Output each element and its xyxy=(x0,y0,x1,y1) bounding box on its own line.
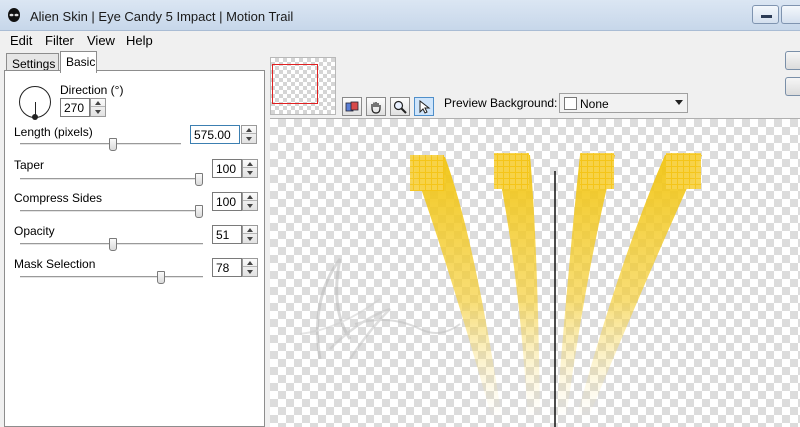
taper-input[interactable] xyxy=(212,159,242,178)
compress-sides-label: Compress Sides xyxy=(14,191,103,205)
compress-sides-input[interactable] xyxy=(212,192,242,211)
preview-compare-button[interactable] xyxy=(342,97,362,116)
direction-label: Direction (°) xyxy=(60,83,124,97)
preview-compare-icon xyxy=(345,101,359,112)
ok-button[interactable] xyxy=(785,51,800,70)
mask-selection-input[interactable] xyxy=(212,258,242,277)
maximize-button[interactable] xyxy=(781,5,800,24)
direction-dial[interactable] xyxy=(19,86,51,120)
direction-input[interactable] xyxy=(60,98,90,117)
opacity-label: Opacity xyxy=(14,224,55,238)
minimize-button[interactable] xyxy=(752,5,779,24)
menu-bar: Edit Filter View Help xyxy=(0,31,800,51)
tab-basic[interactable]: Basic xyxy=(60,51,97,73)
taper-slider[interactable] xyxy=(20,178,203,181)
opacity-spinner[interactable] xyxy=(242,225,258,244)
motion-trail-3 xyxy=(556,153,615,419)
menu-edit[interactable]: Edit xyxy=(8,33,34,48)
menu-help[interactable]: Help xyxy=(124,33,155,48)
compress-sides-slider[interactable] xyxy=(20,210,203,213)
navigator-viewport-rect[interactable] xyxy=(272,64,318,104)
compress-sides-slider-handle[interactable] xyxy=(195,205,203,218)
length-spinner[interactable] xyxy=(241,125,257,144)
preview-background-label: Preview Background: xyxy=(444,96,558,110)
mask-selection-label: Mask Selection xyxy=(14,257,96,271)
preview-background-value: None xyxy=(580,97,609,111)
preview-image xyxy=(299,153,702,427)
hand-pan-icon xyxy=(371,102,381,114)
opacity-input[interactable] xyxy=(212,225,242,244)
menu-view[interactable]: View xyxy=(85,33,117,48)
menu-filter[interactable]: Filter xyxy=(43,33,76,48)
mask-selection-spinner[interactable] xyxy=(242,258,258,277)
basic-tab-panel xyxy=(4,70,265,427)
length-slider-handle[interactable] xyxy=(108,138,117,151)
window-title: Alien Skin | Eye Candy 5 Impact | Motion… xyxy=(30,9,294,24)
hand-pan-button[interactable] xyxy=(366,97,386,116)
taper-spinner[interactable] xyxy=(242,159,258,178)
alien-head-icon xyxy=(8,8,20,22)
length-label: Length (pixels) xyxy=(14,125,93,139)
taper-label: Taper xyxy=(14,158,45,172)
direction-spinner[interactable] xyxy=(90,98,106,117)
pointer-button[interactable] xyxy=(414,97,434,116)
motion-trail-2 xyxy=(494,153,540,419)
length-input[interactable] xyxy=(190,125,240,144)
preview-navigator[interactable] xyxy=(270,57,336,115)
zoom-button[interactable] xyxy=(390,97,410,116)
taper-slider-handle[interactable] xyxy=(195,173,203,186)
background-swatch xyxy=(564,97,577,110)
watermark-logo xyxy=(299,258,461,360)
opacity-slider-handle[interactable] xyxy=(109,238,118,251)
preview-background-select[interactable]: None xyxy=(559,93,688,113)
mask-selection-slider[interactable] xyxy=(20,276,203,279)
chevron-down-icon xyxy=(675,100,683,105)
title-bar: Alien Skin | Eye Candy 5 Impact | Motion… xyxy=(0,0,800,31)
mask-selection-slider-handle[interactable] xyxy=(156,271,165,284)
compress-sides-spinner[interactable] xyxy=(242,192,258,211)
cancel-button[interactable] xyxy=(785,77,800,96)
minimize-icon xyxy=(761,15,772,18)
zoom-magnifier-icon xyxy=(393,100,407,114)
preview-canvas[interactable] xyxy=(270,118,800,427)
motion-trail-1 xyxy=(410,155,502,419)
length-slider[interactable] xyxy=(20,143,181,146)
pointer-arrow-icon xyxy=(419,100,431,114)
